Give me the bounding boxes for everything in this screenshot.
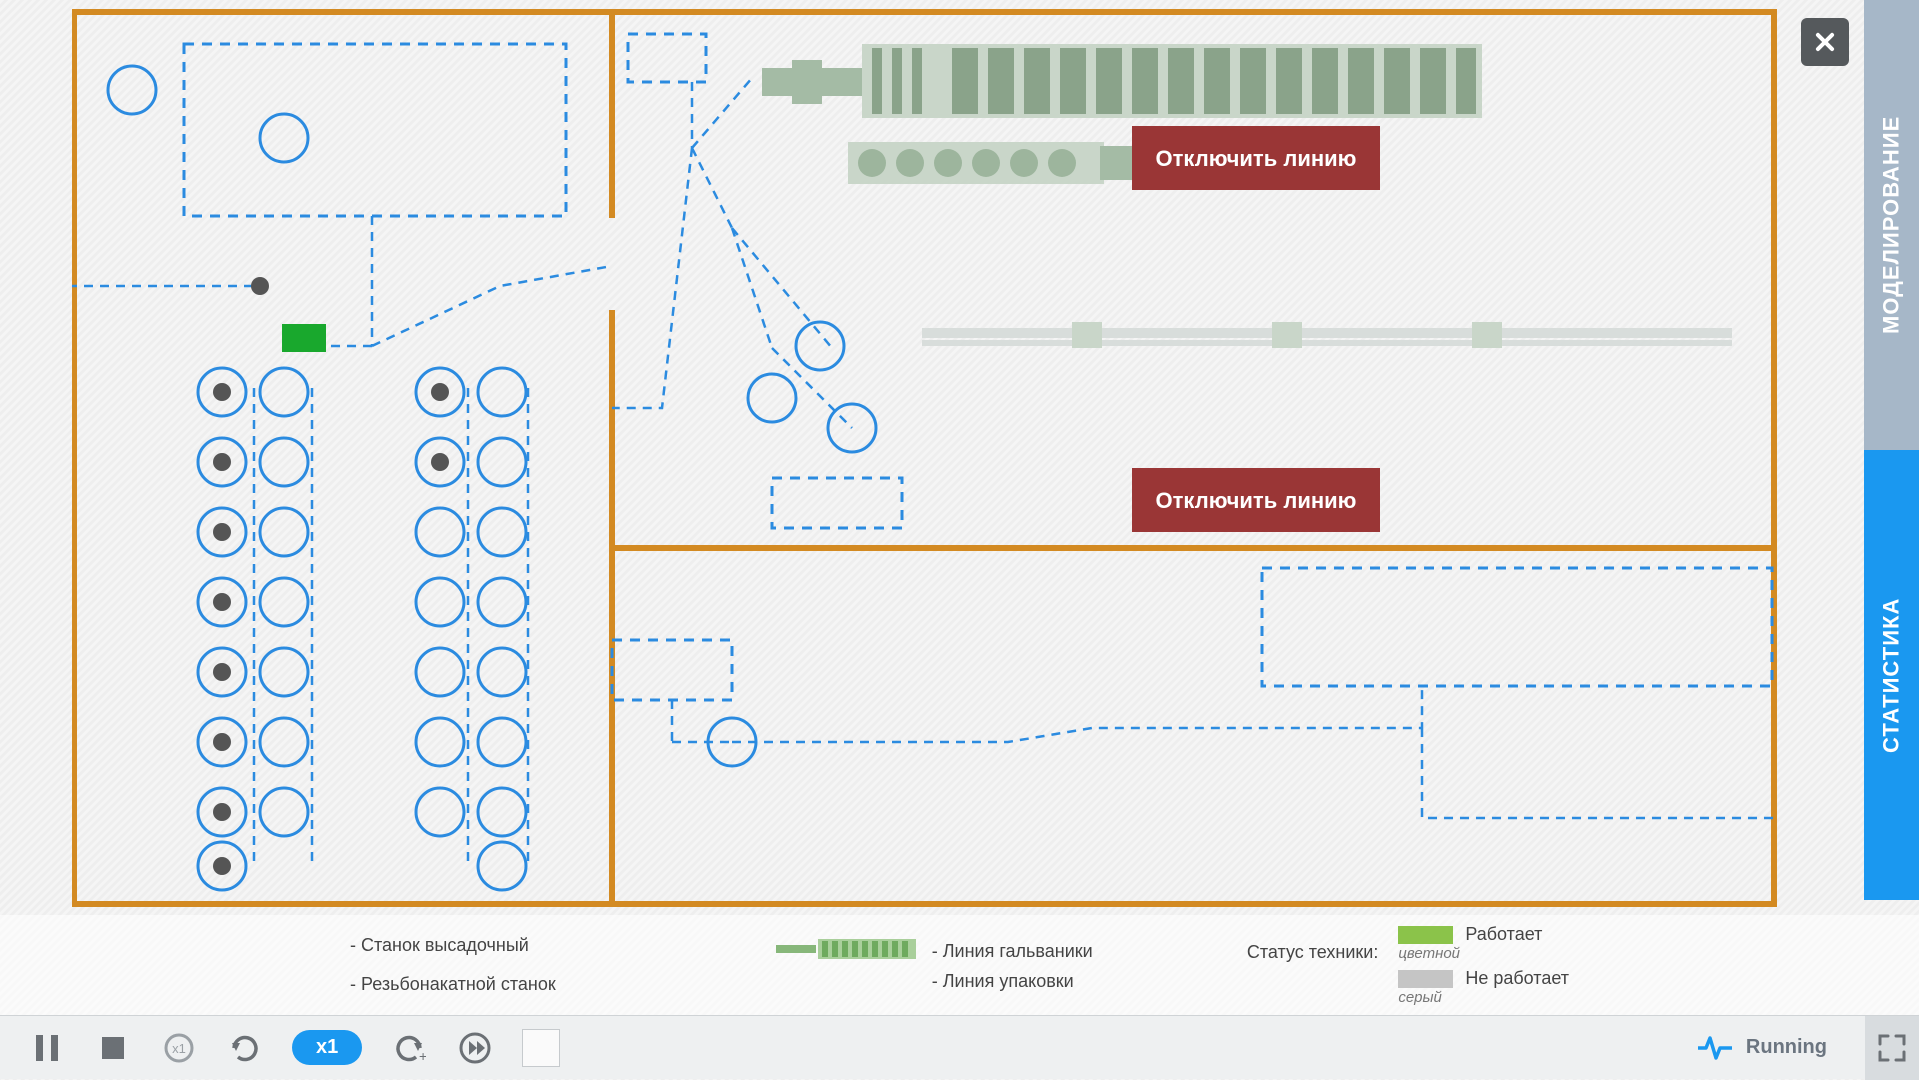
legend-packaging-label: - Линия упаковки [932,971,1074,992]
agv-marker [282,324,326,352]
legend-rezb-stanok: - Резьбонакатной станок [350,974,556,995]
tab-modeling[interactable]: МОДЕЛИРОВАНИЕ [1864,0,1919,450]
legend-notworking-label: Не работает [1465,968,1569,989]
packaging-line-machine [922,322,1732,348]
svg-text:Отключить линию: Отключить линию [1156,488,1357,513]
legend-galvanic-icon [776,939,916,965]
toolbar-empty-slot [522,1029,560,1067]
legend-notworking-sub: серый [1398,989,1569,1006]
legend-galvanic-label: - Линия гальваники [932,941,1093,962]
fast-forward-button[interactable] [456,1029,494,1067]
disable-line-button-1[interactable]: Отключить линию [1132,126,1380,190]
svg-text:+: + [419,1048,426,1064]
exit-fullscreen-button[interactable] [1865,1016,1919,1080]
simulation-canvas[interactable]: Отключить линию Отключить линию [72,8,1778,908]
conveyor-machine [848,142,1136,184]
pause-button[interactable] [28,1029,66,1067]
running-pulse-icon [1698,1034,1732,1062]
legend-working-label: Работает [1465,924,1542,945]
disable-line-button-2[interactable]: Отключить линию [1132,468,1380,532]
legend-status-title: Статус техники: [1247,942,1378,963]
speed-pill[interactable]: x1 [292,1030,362,1065]
sim-toolbar: x1 x1 + Running [0,1015,1919,1079]
stop-button[interactable] [94,1029,132,1067]
swatch-working-icon [1398,926,1453,944]
legend-stanok-vysad: - Станок высадочный [350,935,556,956]
legend-working-sub: цветной [1398,945,1569,962]
step-back-button[interactable] [226,1029,264,1067]
swatch-notworking-icon [1398,970,1453,988]
galvanic-line-machine [762,44,1482,118]
svg-text:x1: x1 [172,1041,186,1056]
legend-bar: - Станок высадочный - Резьбонакатной ста… [0,915,1919,1015]
slowdown-button[interactable]: x1 [160,1029,198,1067]
svg-text:Отключить линию: Отключить линию [1156,146,1357,171]
tab-statistics[interactable]: СТАТИСТИКА [1864,450,1919,900]
step-forward-button[interactable]: + [390,1029,428,1067]
close-button[interactable] [1801,18,1849,66]
running-status-label: Running [1746,1036,1827,1059]
